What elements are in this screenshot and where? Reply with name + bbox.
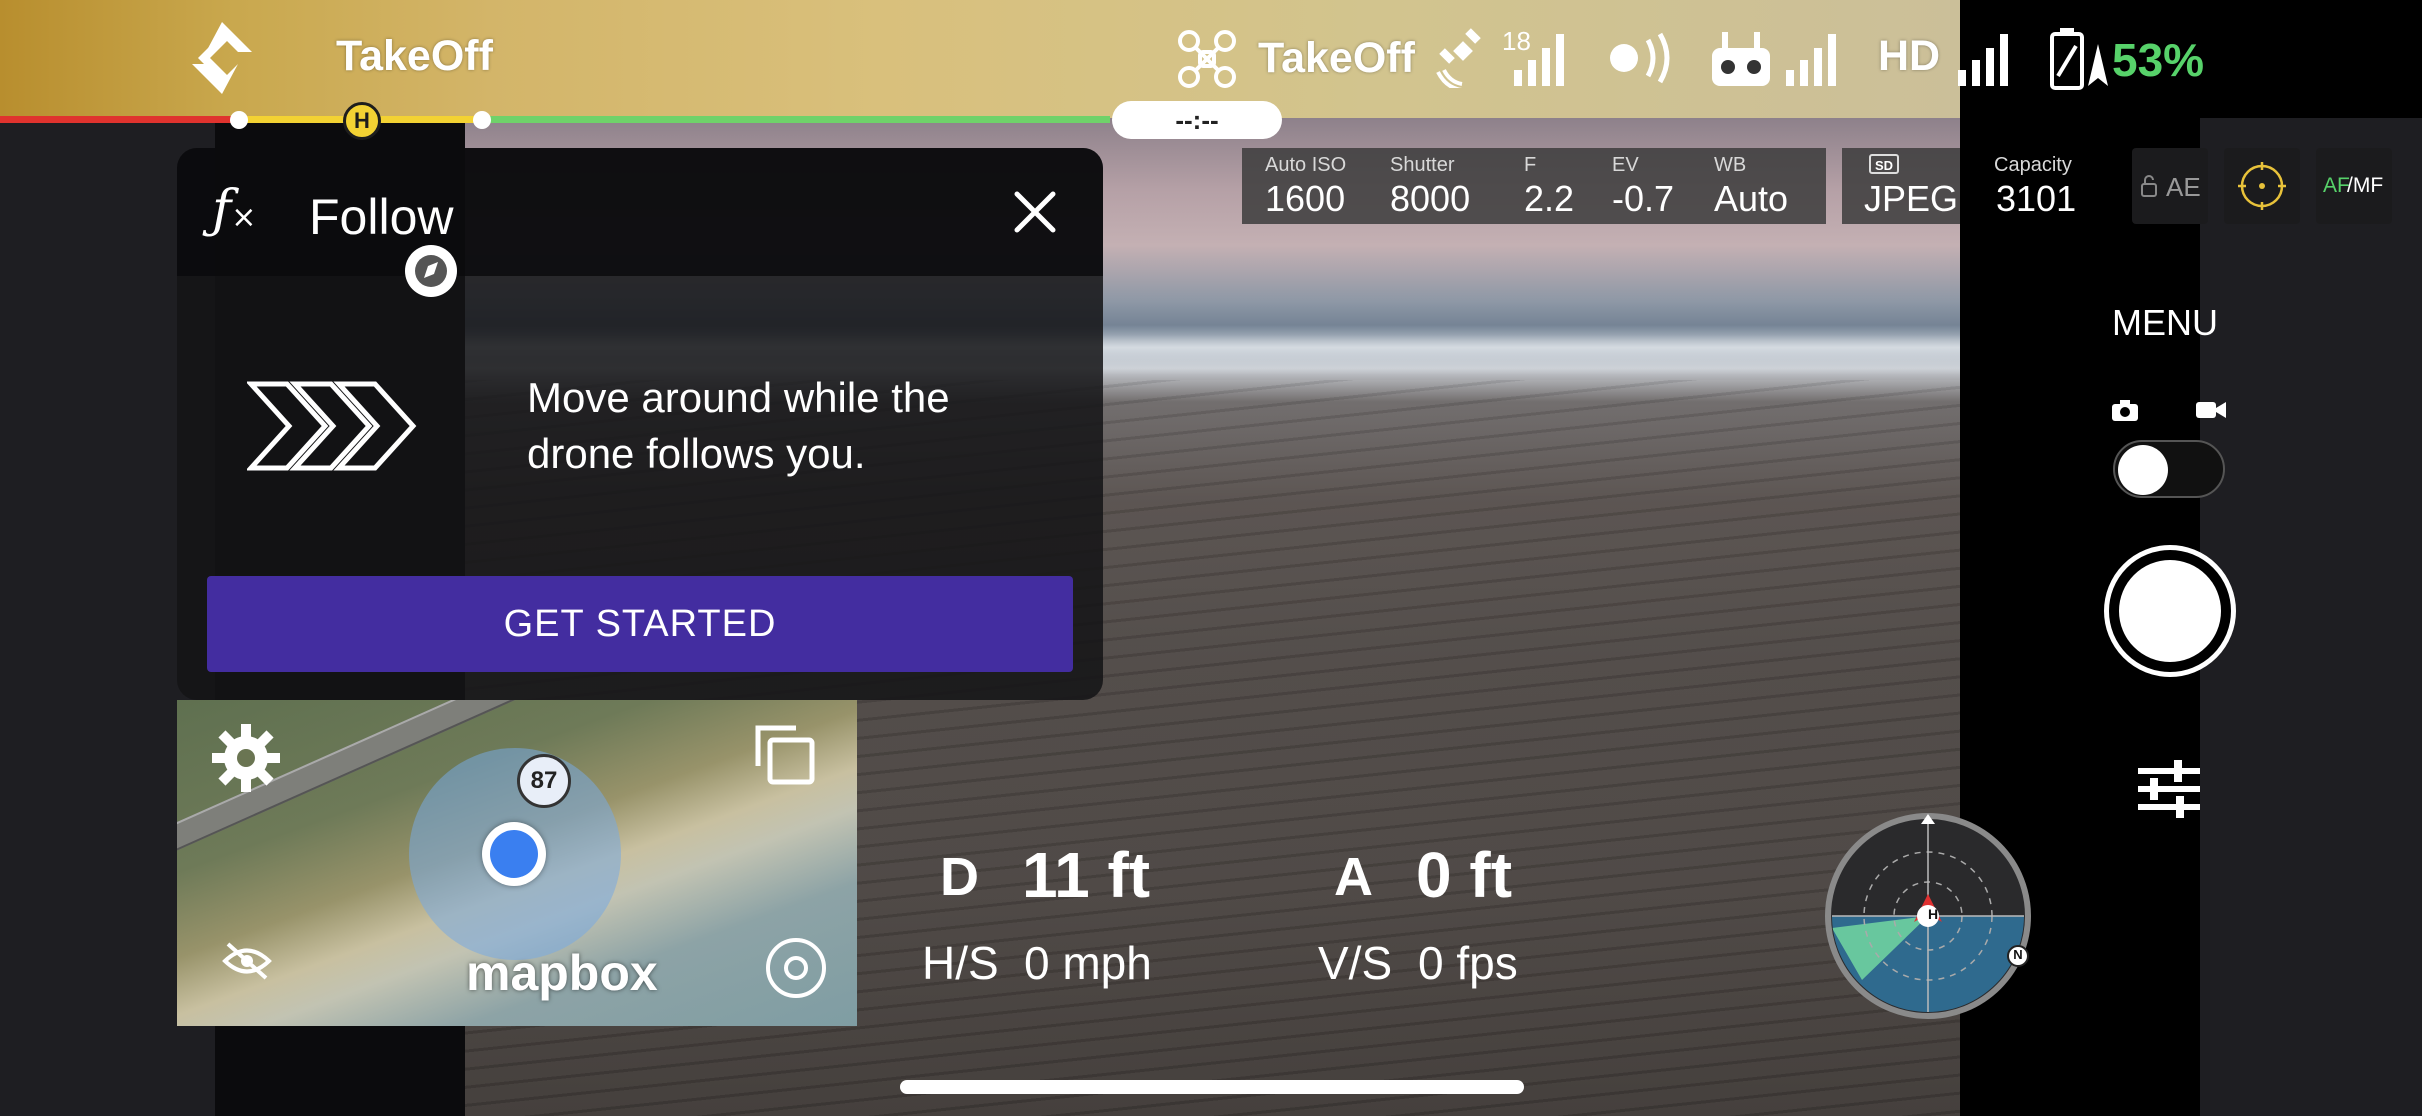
rc-signal-icon xyxy=(1786,34,1836,86)
battery-bar-critical xyxy=(0,116,240,123)
chevrons-forward-icon xyxy=(247,381,417,471)
menu-button[interactable]: MENU xyxy=(2112,302,2218,344)
focus-target-button[interactable] xyxy=(2224,148,2300,224)
camera-icon xyxy=(2112,400,2138,421)
vertical-speed-label: V/S xyxy=(1318,937,1393,989)
battery-flight-icon xyxy=(2050,28,2108,90)
shutter-label: Shutter xyxy=(1390,154,1455,176)
altitude-label: A xyxy=(1334,847,1373,907)
altitude-value: 0 ft xyxy=(1416,839,1512,911)
aperture-value: 2.2 xyxy=(1524,178,1575,219)
get-started-button[interactable]: GET STARTED xyxy=(207,576,1073,672)
battery-bar-remaining xyxy=(480,116,1110,123)
video-quality: HD xyxy=(1878,32,1941,80)
photo-video-toggle[interactable] xyxy=(2113,440,2225,498)
distance-label: D xyxy=(940,847,979,907)
mf-label: /MF xyxy=(2347,174,2384,197)
follow-mode-dialog: ƒ× Follow Move around while the drone fo… xyxy=(177,148,1103,700)
distance-value: 11 ft xyxy=(1022,839,1151,911)
takeoff-logo-icon[interactable] xyxy=(180,16,264,100)
gear-icon[interactable] xyxy=(210,722,282,794)
obstacle-sensing-icon xyxy=(1610,32,1670,84)
mapbox-logo-icon xyxy=(405,245,457,297)
battery-threshold-dot xyxy=(230,111,248,129)
dialog-title: Follow xyxy=(309,189,454,245)
mapbox-watermark: mapbox xyxy=(466,945,658,1001)
battery-threshold-dot xyxy=(473,111,491,129)
camera-exposure-settings[interactable]: Auto ISO 1600 Shutter 8000 F 2.2 EV -0.7… xyxy=(1242,148,1826,224)
lock-icon xyxy=(2141,175,2157,197)
photo-format-setting[interactable]: SD JPEG xyxy=(1842,148,1960,224)
focus-target-icon xyxy=(2238,162,2286,210)
drone-location-dot xyxy=(482,822,546,886)
return-home-marker: H xyxy=(343,102,381,140)
satellite-icon xyxy=(1436,28,1481,88)
format-value: JPEG xyxy=(1864,178,1959,219)
horizontal-speed-value: 0 mph xyxy=(1024,937,1152,989)
video-icon xyxy=(2196,402,2226,418)
wb-value: Auto xyxy=(1714,178,1789,219)
info-icon[interactable] xyxy=(764,936,828,1000)
gps-signal-icon xyxy=(1514,34,1564,86)
af-label: AF xyxy=(2323,174,2350,197)
vertical-speed-value: 0 fps xyxy=(1418,937,1518,989)
ev-value: -0.7 xyxy=(1612,178,1675,219)
ae-lock-button[interactable]: AE xyxy=(2132,148,2208,224)
video-signal-icon xyxy=(1958,34,2008,86)
toggle-knob xyxy=(2118,445,2168,495)
home-indicator-bar[interactable] xyxy=(900,1080,1524,1094)
close-icon[interactable] xyxy=(1007,184,1063,240)
capacity-label: Capacity xyxy=(1994,154,2072,176)
remote-controller-icon xyxy=(1712,32,1770,86)
shutter-value: 8000 xyxy=(1390,178,1471,219)
copy-icon[interactable] xyxy=(752,722,818,788)
shutter-button[interactable] xyxy=(2104,545,2236,677)
af-mf-toggle[interactable]: AF /MF xyxy=(2316,148,2392,224)
compass-north-label: N xyxy=(2013,947,2023,962)
eye-off-icon[interactable] xyxy=(222,940,272,982)
fx-icon: ƒ× xyxy=(212,180,257,240)
shutter-inner xyxy=(2119,560,2221,662)
wb-label: WB xyxy=(1714,154,1747,176)
iso-value: 1600 xyxy=(1265,178,1346,219)
map-badge: 87 xyxy=(517,754,571,808)
ae-label: AE xyxy=(2166,172,2201,202)
app-title: TakeOff xyxy=(336,32,493,80)
iso-label: Auto ISO xyxy=(1265,154,1347,176)
sliders-icon[interactable] xyxy=(2136,758,2202,820)
horizontal-speed-label: H/S xyxy=(922,937,999,989)
sd-card-icon: SD xyxy=(1869,154,1899,174)
drone-icon xyxy=(1178,30,1236,88)
flight-timer: --:-- xyxy=(1112,101,1282,139)
drone-name: TakeOff xyxy=(1258,34,1415,82)
battery-percentage: 53% xyxy=(2112,34,2205,86)
ev-label: EV xyxy=(1612,154,1639,176)
dialog-description: Move around while the drone follows you. xyxy=(527,374,950,477)
aperture-label: F xyxy=(1524,154,1537,176)
compass-home-label: H xyxy=(1927,906,1939,922)
capacity-value: 3101 xyxy=(1996,178,2077,219)
